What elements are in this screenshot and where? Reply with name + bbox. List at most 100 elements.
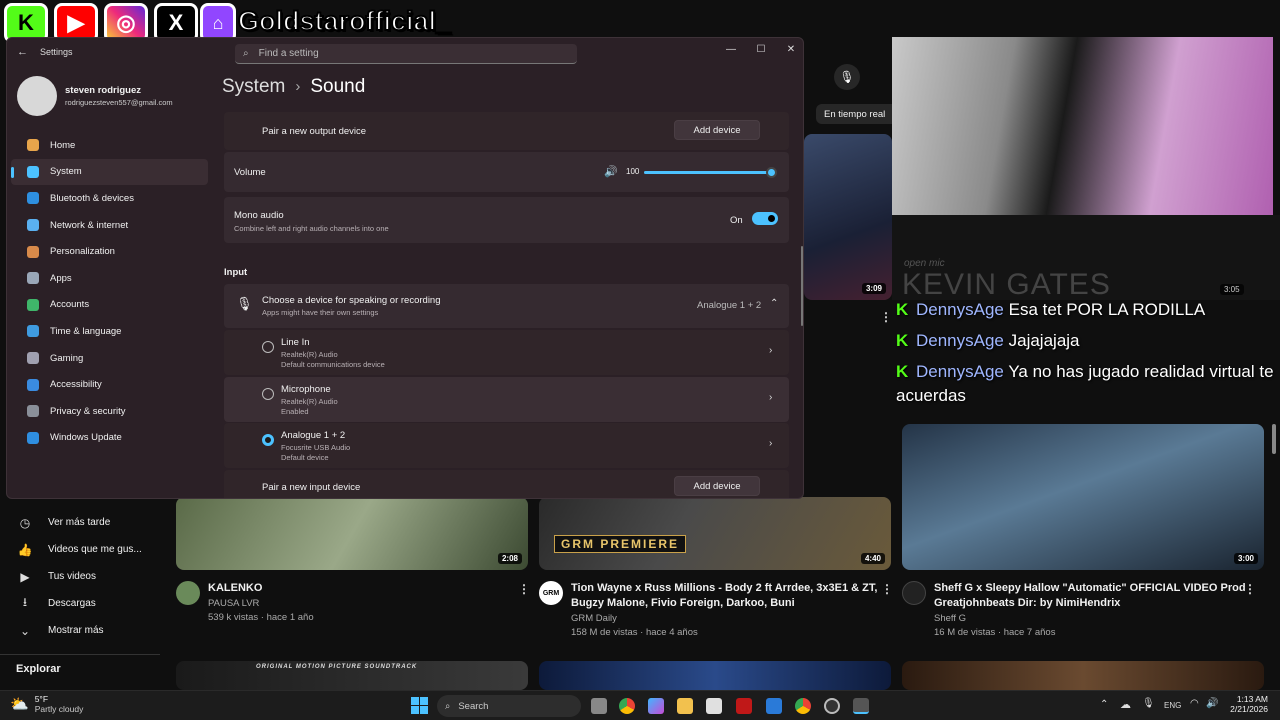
video-thumbnail[interactable]: 3:00: [902, 424, 1264, 570]
sidebar-item-home[interactable]: Home: [11, 132, 208, 159]
chevron-up-icon[interactable]: ⌃: [1100, 699, 1108, 710]
file-explorer-icon[interactable]: [677, 698, 693, 714]
obs-icon[interactable]: [824, 698, 840, 714]
input-device-name: Analogue 1 + 2: [281, 430, 346, 441]
channel-name[interactable]: Sheff G: [934, 611, 966, 626]
maximize-button[interactable]: ☐: [747, 40, 775, 58]
chevron-right-icon[interactable]: ›: [769, 438, 772, 449]
microphone-icon[interactable]: 🎙: [1142, 698, 1155, 709]
volume-icon[interactable]: 🔊: [1206, 698, 1218, 709]
video-thumbnail[interactable]: 2:08: [176, 497, 528, 570]
input-device-name: Microphone: [281, 384, 331, 395]
input-device-row[interactable]: Line In Realtek(R) Audio Default communica…: [224, 330, 789, 375]
volume-slider[interactable]: [644, 167, 777, 178]
video-thumbnail-top[interactable]: 3:09: [804, 134, 892, 300]
chevron-up-icon[interactable]: ⌃: [770, 298, 778, 309]
search-icon: ⌕: [243, 48, 249, 59]
video-thumbnail[interactable]: [539, 661, 891, 690]
add-input-device-button[interactable]: Add device: [674, 476, 760, 496]
mcafee-icon[interactable]: [736, 698, 752, 714]
sidebar-item-time-language[interactable]: Time & language: [11, 318, 208, 345]
scrollbar-thumb[interactable]: [1272, 424, 1276, 454]
back-arrow-icon[interactable]: ←: [17, 46, 28, 58]
partly-cloudy-icon: ⛅: [10, 696, 29, 713]
soundtrack-caption: ORIGINAL MOTION PICTURE SOUNDTRACK: [256, 664, 418, 670]
kick-logo-icon: K: [896, 362, 909, 381]
input-device-driver: Realtek(R) Audio: [281, 350, 338, 359]
choose-input-header[interactable]: 🎙 Choose a device for speaking or record…: [224, 284, 789, 328]
sidebar-item-privacy-security[interactable]: Privacy & security: [11, 398, 208, 425]
chevron-right-icon[interactable]: ›: [769, 345, 772, 356]
input-device-radio[interactable]: [262, 341, 274, 353]
store-icon[interactable]: [706, 698, 722, 714]
user-name: steven rodriguez: [65, 85, 142, 96]
sidebar-item-bluetooth-devices[interactable]: Bluetooth & devices: [11, 185, 208, 212]
onedrive-icon[interactable]: ☁: [1120, 698, 1131, 711]
breadcrumb-parent[interactable]: System: [222, 76, 285, 98]
settings-search-input[interactable]: ⌕ Find a setting: [235, 44, 577, 64]
input-device-radio[interactable]: [262, 388, 274, 400]
sidebar-item-your-videos[interactable]: ▶ Tus videos: [0, 563, 160, 590]
input-device-row[interactable]: Analogue 1 + 2 Focusrite USB Audio Default…: [224, 423, 789, 468]
channel-avatar[interactable]: [176, 581, 200, 605]
sidebar-item-watch-later[interactable]: ◷ Ver más tarde: [0, 509, 160, 536]
more-options-icon[interactable]: ⋮: [1244, 582, 1256, 596]
minimize-button[interactable]: —: [717, 40, 745, 58]
more-options-icon[interactable]: ⋮: [880, 310, 892, 324]
language-indicator[interactable]: ENG: [1164, 701, 1181, 710]
sidebar-item-label: Personalization: [50, 246, 115, 258]
mail-icon[interactable]: [766, 698, 782, 714]
sidebar-item-windows-update[interactable]: Windows Update: [11, 425, 208, 452]
speaker-icon[interactable]: 🔊: [604, 165, 618, 178]
sidebar-item-downloads[interactable]: ⭳ Descargas: [0, 590, 160, 617]
sidebar-item-accessibility[interactable]: Accessibility: [11, 371, 208, 398]
volume-fill: [644, 171, 772, 174]
user-profile[interactable]: steven rodriguez rodriguezsteven557@gmai…: [7, 66, 212, 132]
task-view-icon[interactable]: [591, 698, 607, 714]
sidebar-item-apps[interactable]: Apps: [11, 265, 208, 292]
sidebar-item-personalization[interactable]: Personalization: [11, 238, 208, 265]
chrome-profile-icon[interactable]: [795, 698, 811, 714]
sidebar-item-accounts[interactable]: Accounts: [11, 292, 208, 319]
explore-heading: Explorar: [16, 663, 61, 675]
close-button[interactable]: ✕: [777, 40, 803, 58]
weather-widget[interactable]: ⛅ 5°F Partly cloudy: [10, 694, 83, 714]
channel-name[interactable]: GRM Daily: [571, 611, 617, 626]
start-button[interactable]: [411, 697, 428, 714]
mono-audio-toggle[interactable]: [752, 212, 778, 225]
input-device-row[interactable]: Microphone Realtek(R) Audio Enabled ›: [224, 377, 789, 422]
video-title-line2[interactable]: Bugzy Malone, Fivio Foreign, Darkoo, Bun…: [571, 596, 795, 611]
video-title-line2[interactable]: Greatjohnbeats Dir: by NimiHendrix: [934, 596, 1120, 611]
video-thumbnail[interactable]: ORIGINAL MOTION PICTURE SOUNDTRACK: [176, 661, 528, 690]
sidebar-item-gaming[interactable]: Gaming: [11, 345, 208, 372]
sidebar-item-system[interactable]: System: [11, 158, 208, 186]
live-chip[interactable]: En tiempo real: [816, 104, 892, 124]
taskbar: ⛅ 5°F Partly cloudy ⌕ Search ⌃ ☁ 🎙 ENG ◠…: [0, 690, 1280, 720]
chevron-right-icon[interactable]: ›: [769, 392, 772, 403]
wifi-icon[interactable]: ◠: [1190, 698, 1199, 709]
sidebar-item-network-internet[interactable]: Network & internet: [11, 212, 208, 239]
copilot-icon[interactable]: [648, 698, 664, 714]
channel-avatar[interactable]: [902, 581, 926, 605]
volume-thumb[interactable]: [766, 167, 777, 178]
chrome-icon[interactable]: [619, 698, 635, 714]
video-title[interactable]: KALENKO: [208, 581, 262, 596]
settings-app-icon[interactable]: [853, 698, 869, 714]
more-options-icon[interactable]: ⋮: [518, 582, 530, 596]
sidebar-item-show-more[interactable]: ⌄ Mostrar más: [0, 617, 160, 644]
sidebar-item-liked-videos[interactable]: 👍 Videos que me gus...: [0, 536, 160, 563]
video-title[interactable]: Sheff G x Sleepy Hallow "Automatic" OFFI…: [934, 581, 1246, 596]
clock[interactable]: 1:13 AM 2/21/2026: [1228, 694, 1268, 714]
sidebar-item-label: Home: [50, 139, 76, 151]
add-output-device-button[interactable]: Add device: [674, 120, 760, 140]
channel-avatar[interactable]: GRM: [539, 581, 563, 605]
video-thumbnail[interactable]: [902, 661, 1264, 690]
video-title[interactable]: Tion Wayne x Russ Millions - Body 2 ft A…: [571, 581, 877, 596]
input-device-radio[interactable]: [262, 434, 274, 446]
channel-name[interactable]: PAUSA LVR: [208, 596, 259, 611]
voice-search-button[interactable]: 🎙: [834, 64, 860, 90]
content-scrollbar[interactable]: [801, 246, 803, 326]
taskbar-search[interactable]: ⌕ Search: [437, 695, 581, 717]
video-thumbnail[interactable]: GRM PREMIERE 4:40: [539, 497, 891, 570]
more-options-icon[interactable]: ⋮: [881, 582, 893, 596]
